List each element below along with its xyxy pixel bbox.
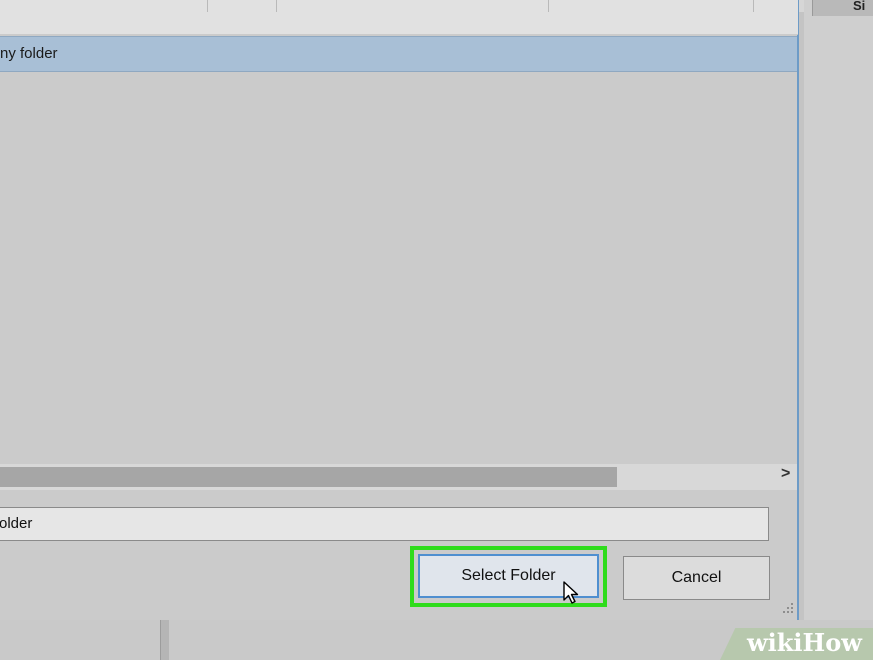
wikihow-watermark: wikiHow: [747, 628, 862, 657]
horizontal-scrollbar[interactable]: >: [0, 464, 797, 490]
folder-name-value: older: [0, 515, 33, 532]
background-divider: [160, 620, 169, 660]
scrollbar-thumb[interactable]: [0, 467, 617, 487]
column-divider[interactable]: [548, 0, 549, 12]
background-window: [804, 0, 873, 660]
mouse-pointer-icon: [563, 581, 579, 604]
watermark-part-1: wiki: [747, 628, 803, 657]
cancel-button[interactable]: Cancel: [623, 556, 770, 600]
select-folder-dialog: ny folder > older Select Folder Cancel: [0, 0, 799, 620]
background-column-header[interactable]: Si: [812, 0, 873, 16]
column-header-row: [0, 0, 798, 35]
background-column-header-label: Si: [853, 0, 866, 13]
column-divider[interactable]: [207, 0, 208, 12]
list-item-selected[interactable]: ny folder: [0, 36, 797, 72]
folder-name-input[interactable]: older: [0, 507, 769, 541]
column-divider[interactable]: [276, 0, 277, 12]
file-list[interactable]: [0, 34, 797, 464]
column-divider[interactable]: [753, 0, 754, 12]
list-item-label: ny folder: [0, 45, 58, 62]
scroll-right-arrow-icon[interactable]: >: [781, 465, 790, 483]
watermark-part-2: How: [802, 628, 862, 657]
resize-grip-icon[interactable]: [782, 602, 794, 614]
